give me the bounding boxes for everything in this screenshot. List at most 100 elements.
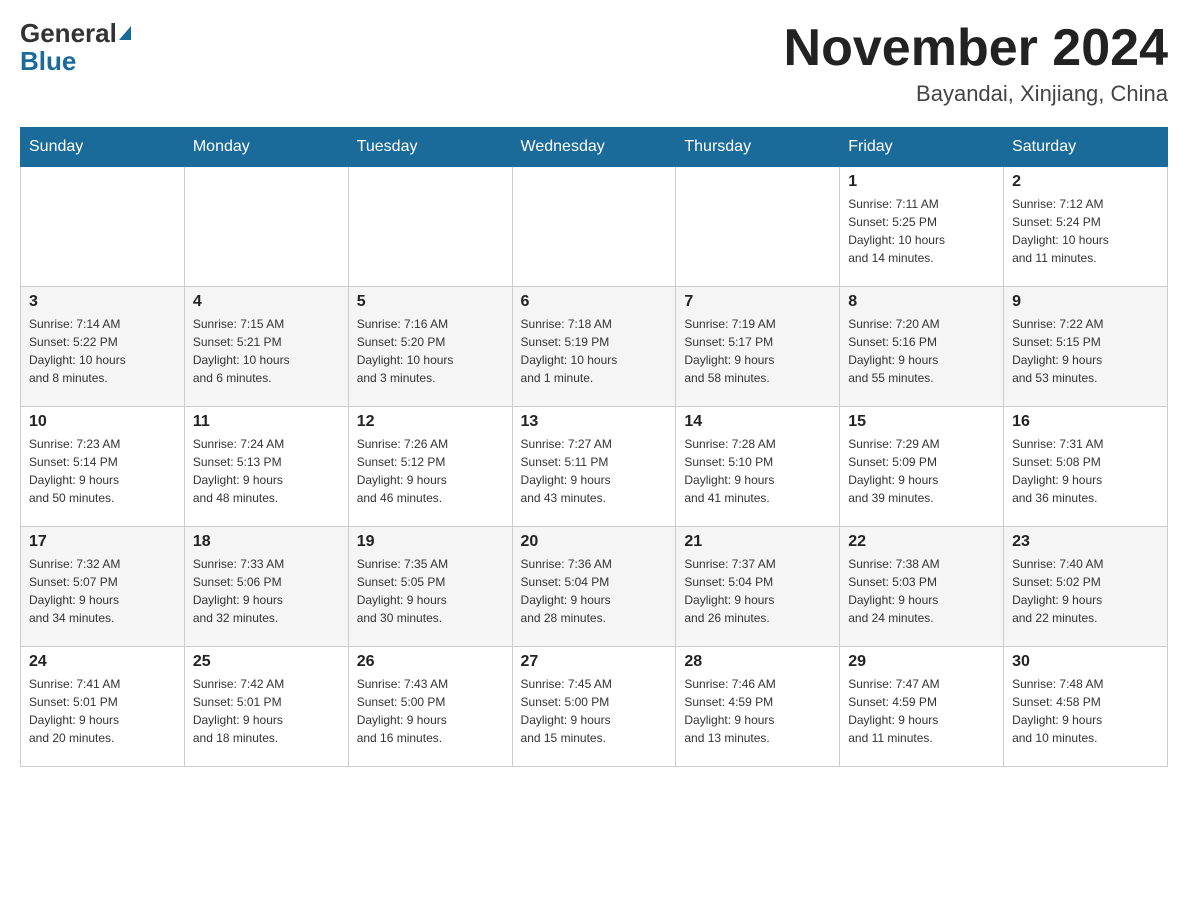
day-number: 25 [193,653,340,671]
day-number: 29 [848,653,995,671]
calendar-cell: 23 Sunrise: 7:40 AM Sunset: 5:02 PM Dayli… [1004,527,1168,647]
day-info: Sunrise: 7:47 AM Sunset: 4:59 PM Dayligh… [848,675,995,747]
calendar-cell: 13 Sunrise: 7:27 AM Sunset: 5:11 PM Dayli… [512,407,676,527]
day-info: Sunrise: 7:18 AM Sunset: 5:19 PM Dayligh… [521,315,668,387]
day-info: Sunrise: 7:19 AM Sunset: 5:17 PM Dayligh… [684,315,831,387]
day-number: 16 [1012,413,1159,431]
day-number: 11 [193,413,340,431]
calendar-cell: 17 Sunrise: 7:32 AM Sunset: 5:07 PM Dayli… [21,527,185,647]
day-header-saturday: Saturday [1004,128,1168,167]
week-row-5: 24Sunrise: 7:41 AM Sunset: 5:01 PM Dayli… [21,647,1168,767]
day-info: Sunrise: 7:15 AM Sunset: 5:21 PM Dayligh… [193,315,340,387]
day-header-sunday: Sunday [21,128,185,167]
day-number: 17 [29,533,176,551]
week-row-3: 10 Sunrise: 7:23 AM Sunset: 5:14 PM Dayli… [21,407,1168,527]
calendar-cell: 5 Sunrise: 7:16 AM Sunset: 5:20 PM Daylig… [348,287,512,407]
day-info: Sunrise: 7:23 AM Sunset: 5:14 PM Dayligh… [29,435,176,507]
calendar-cell: 6 Sunrise: 7:18 AM Sunset: 5:19 PM Daylig… [512,287,676,407]
day-info: Sunrise: 7:36 AM Sunset: 5:04 PM Dayligh… [521,555,668,627]
week-row-1: 1 Sunrise: 7:11 AM Sunset: 5:25 PM Daylig… [21,167,1168,287]
calendar-cell [512,167,676,287]
logo-triangle-icon [119,26,131,40]
calendar-cell [348,167,512,287]
day-info: Sunrise: 7:14 AM Sunset: 5:22 PM Dayligh… [29,315,176,387]
day-info: Sunrise: 7:35 AM Sunset: 5:05 PM Dayligh… [357,555,504,627]
day-number: 12 [357,413,504,431]
day-info: Sunrise: 7:11 AM Sunset: 5:25 PM Dayligh… [848,195,995,267]
calendar-cell: 4 Sunrise: 7:15 AM Sunset: 5:21 PM Daylig… [184,287,348,407]
calendar-cell: 3 Sunrise: 7:14 AM Sunset: 5:22 PM Daylig… [21,287,185,407]
day-info: Sunrise: 7:33 AM Sunset: 5:06 PM Dayligh… [193,555,340,627]
day-info: Sunrise: 7:22 AM Sunset: 5:15 PM Dayligh… [1012,315,1159,387]
day-info: Sunrise: 7:20 AM Sunset: 5:16 PM Dayligh… [848,315,995,387]
day-number: 6 [521,293,668,311]
day-number: 10 [29,413,176,431]
day-info: Sunrise: 7:46 AM Sunset: 4:59 PM Dayligh… [684,675,831,747]
day-info: Sunrise: 7:42 AM Sunset: 5:01 PM Dayligh… [193,675,340,747]
header-row: SundayMondayTuesdayWednesdayThursdayFrid… [21,128,1168,167]
week-row-4: 17 Sunrise: 7:32 AM Sunset: 5:07 PM Dayli… [21,527,1168,647]
calendar-cell: 14 Sunrise: 7:28 AM Sunset: 5:10 PM Dayli… [676,407,840,527]
calendar-cell [184,167,348,287]
month-title: November 2024 [784,20,1168,77]
day-info: Sunrise: 7:26 AM Sunset: 5:12 PM Dayligh… [357,435,504,507]
day-info: Sunrise: 7:38 AM Sunset: 5:03 PM Dayligh… [848,555,995,627]
calendar-cell: 27 Sunrise: 7:45 AM Sunset: 5:00 PM Dayli… [512,647,676,767]
day-number: 2 [1012,173,1159,191]
day-number: 30 [1012,653,1159,671]
calendar-cell: 8 Sunrise: 7:20 AM Sunset: 5:16 PM Daylig… [840,287,1004,407]
day-info: Sunrise: 7:45 AM Sunset: 5:00 PM Dayligh… [521,675,668,747]
day-header-monday: Monday [184,128,348,167]
day-number: 5 [357,293,504,311]
calendar-cell: 21Sunrise: 7:37 AM Sunset: 5:04 PM Dayli… [676,527,840,647]
day-number: 9 [1012,293,1159,311]
day-header-wednesday: Wednesday [512,128,676,167]
calendar-cell [21,167,185,287]
logo: General Blue [20,20,131,74]
day-number: 22 [848,533,995,551]
day-info: Sunrise: 7:16 AM Sunset: 5:20 PM Dayligh… [357,315,504,387]
day-number: 14 [684,413,831,431]
location-title: Bayandai, Xinjiang, China [784,81,1168,107]
calendar-table: SundayMondayTuesdayWednesdayThursdayFrid… [20,127,1168,767]
calendar-cell: 26Sunrise: 7:43 AM Sunset: 5:00 PM Dayli… [348,647,512,767]
calendar-cell: 2 Sunrise: 7:12 AM Sunset: 5:24 PM Daylig… [1004,167,1168,287]
day-info: Sunrise: 7:41 AM Sunset: 5:01 PM Dayligh… [29,675,176,747]
day-info: Sunrise: 7:29 AM Sunset: 5:09 PM Dayligh… [848,435,995,507]
day-number: 27 [521,653,668,671]
day-number: 3 [29,293,176,311]
calendar-cell: 16 Sunrise: 7:31 AM Sunset: 5:08 PM Dayli… [1004,407,1168,527]
calendar-cell: 12 Sunrise: 7:26 AM Sunset: 5:12 PM Dayli… [348,407,512,527]
calendar-cell: 19 Sunrise: 7:35 AM Sunset: 5:05 PM Dayli… [348,527,512,647]
day-info: Sunrise: 7:28 AM Sunset: 5:10 PM Dayligh… [684,435,831,507]
calendar-cell: 28 Sunrise: 7:46 AM Sunset: 4:59 PM Dayli… [676,647,840,767]
calendar-cell: 18 Sunrise: 7:33 AM Sunset: 5:06 PM Dayli… [184,527,348,647]
day-info: Sunrise: 7:27 AM Sunset: 5:11 PM Dayligh… [521,435,668,507]
day-info: Sunrise: 7:31 AM Sunset: 5:08 PM Dayligh… [1012,435,1159,507]
day-number: 13 [521,413,668,431]
day-number: 4 [193,293,340,311]
title-block: November 2024 Bayandai, Xinjiang, China [784,20,1168,107]
day-header-tuesday: Tuesday [348,128,512,167]
calendar-cell: 9 Sunrise: 7:22 AM Sunset: 5:15 PM Daylig… [1004,287,1168,407]
day-number: 15 [848,413,995,431]
day-number: 19 [357,533,504,551]
calendar-cell: 29 Sunrise: 7:47 AM Sunset: 4:59 PM Dayli… [840,647,1004,767]
day-header-friday: Friday [840,128,1004,167]
day-info: Sunrise: 7:32 AM Sunset: 5:07 PM Dayligh… [29,555,176,627]
calendar-cell: 22 Sunrise: 7:38 AM Sunset: 5:03 PM Dayli… [840,527,1004,647]
day-number: 18 [193,533,340,551]
logo-general-text: General [20,20,117,46]
day-number: 8 [848,293,995,311]
page-header: General Blue November 2024 Bayandai, Xin… [20,20,1168,107]
day-info: Sunrise: 7:12 AM Sunset: 5:24 PM Dayligh… [1012,195,1159,267]
day-number: 28 [684,653,831,671]
day-header-thursday: Thursday [676,128,840,167]
calendar-cell: 25 Sunrise: 7:42 AM Sunset: 5:01 PM Dayli… [184,647,348,767]
day-info: Sunrise: 7:40 AM Sunset: 5:02 PM Dayligh… [1012,555,1159,627]
calendar-cell: 30Sunrise: 7:48 AM Sunset: 4:58 PM Dayli… [1004,647,1168,767]
day-info: Sunrise: 7:24 AM Sunset: 5:13 PM Dayligh… [193,435,340,507]
day-number: 1 [848,173,995,191]
day-info: Sunrise: 7:43 AM Sunset: 5:00 PM Dayligh… [357,675,504,747]
day-number: 23 [1012,533,1159,551]
